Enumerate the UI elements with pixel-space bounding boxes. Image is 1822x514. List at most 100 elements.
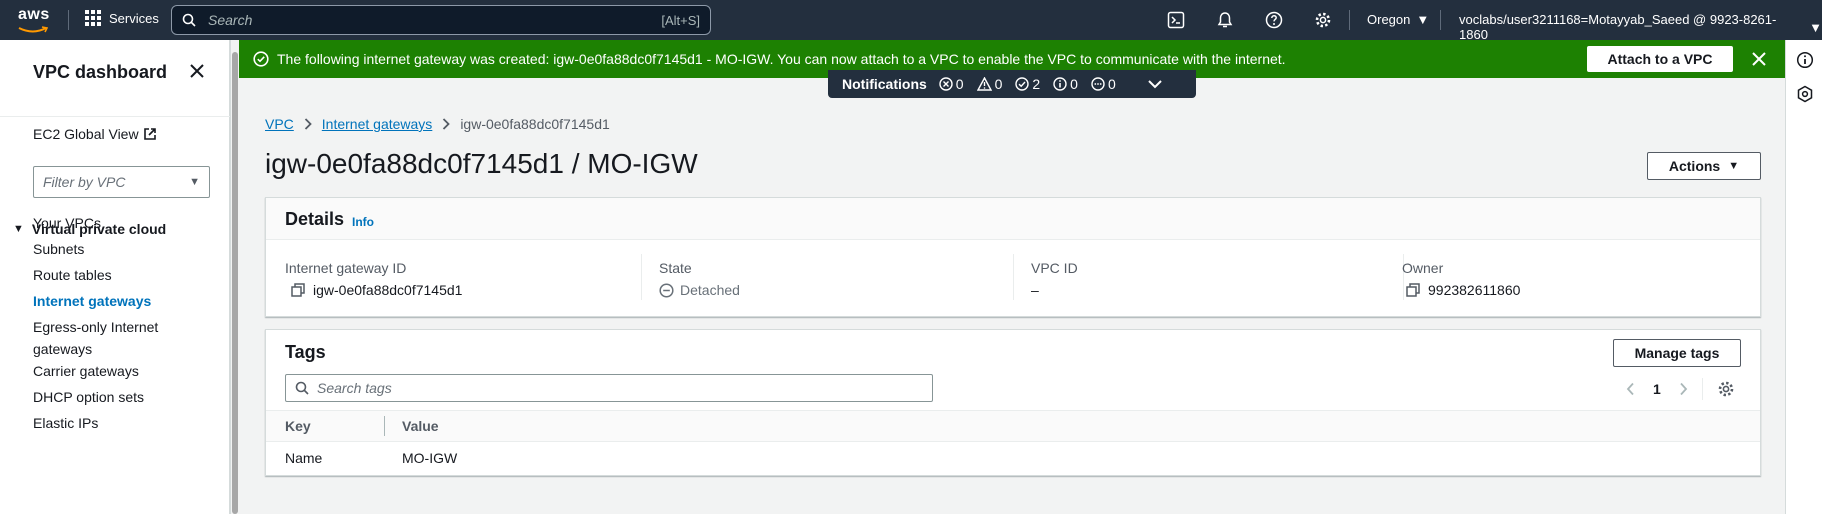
tag-key-cell: Name xyxy=(285,450,323,466)
success-count[interactable]: 2 xyxy=(1015,76,1040,92)
search-shortcut-hint: [Alt+S] xyxy=(661,12,700,28)
dismiss-close-icon[interactable] xyxy=(1751,51,1767,67)
in-progress-icon xyxy=(1091,77,1105,91)
error-count-value: 0 xyxy=(955,76,964,92)
column-resizer[interactable] xyxy=(384,416,385,436)
caret-down-icon: ▼ xyxy=(13,223,24,235)
flash-message: The following internet gateway was creat… xyxy=(277,51,1286,67)
global-search-input[interactable]: Search [Alt+S] xyxy=(171,5,711,35)
tags-heading: Tags xyxy=(285,342,326,362)
attach-to-vpc-button[interactable]: Attach to a VPC xyxy=(1587,46,1733,72)
chevron-right-icon[interactable] xyxy=(1679,382,1688,396)
sidebar-item-ec2-global-view[interactable]: EC2 Global View xyxy=(33,126,157,142)
info-panel-icon[interactable] xyxy=(1796,51,1814,69)
details-panel: Details Info Internet gateway ID igw-0e0… xyxy=(265,197,1761,317)
aws-smile-icon xyxy=(18,26,49,33)
actions-dropdown-button[interactable]: Actions ▼ xyxy=(1647,152,1761,180)
column-divider xyxy=(641,254,642,300)
external-link-icon xyxy=(143,128,156,140)
error-icon xyxy=(939,77,953,91)
search-placeholder: Search xyxy=(208,12,253,28)
page-title: igw-0e0fa88dc0f7145d1 / MO-IGW xyxy=(265,148,698,179)
tags-search-placeholder: Search tags xyxy=(317,380,392,396)
breadcrumb-current: igw-0e0fa88dc0f7145d1 xyxy=(460,116,610,132)
cloudshell-icon[interactable] xyxy=(1166,10,1186,30)
copy-icon[interactable] xyxy=(291,283,305,297)
gateway-id-label: Internet gateway ID xyxy=(285,260,407,276)
success-icon xyxy=(1015,77,1030,91)
details-info-link[interactable]: Info xyxy=(352,215,374,229)
info-count[interactable]: 0 xyxy=(1053,76,1078,92)
tag-value-cell: MO-IGW xyxy=(402,450,458,466)
right-utility-rail xyxy=(1785,40,1822,514)
current-page-number[interactable]: 1 xyxy=(1653,381,1661,397)
scrollbar-thumb[interactable] xyxy=(232,52,238,514)
manage-tags-button[interactable]: Manage tags xyxy=(1613,339,1741,367)
tags-panel: Tags Manage tags Search tags 1 Key Value… xyxy=(265,329,1761,476)
pagination-divider xyxy=(1701,378,1703,400)
state-value: Detached xyxy=(659,282,740,298)
warning-count-value: 0 xyxy=(994,76,1003,92)
sidebar-item-route-tables[interactable]: Route tables xyxy=(33,264,183,286)
notifications-bell-icon[interactable] xyxy=(1215,10,1235,30)
warning-icon xyxy=(976,77,992,91)
caret-down-icon: ▼ xyxy=(1809,19,1822,35)
vpc-filter-select[interactable]: Filter by VPC ▼ xyxy=(33,166,210,198)
error-count[interactable]: 0 xyxy=(939,76,964,92)
caret-down-icon: ▼ xyxy=(1416,12,1430,27)
aws-logo[interactable]: aws xyxy=(18,7,52,33)
success-check-icon xyxy=(253,51,269,67)
column-divider xyxy=(1013,254,1014,300)
notifications-bar[interactable]: Notifications 0 0 2 0 0 xyxy=(828,70,1196,98)
chevron-down-icon[interactable] xyxy=(1147,79,1163,89)
state-label: State xyxy=(659,260,692,276)
caret-down-icon: ▼ xyxy=(1728,160,1740,172)
in-progress-count[interactable]: 0 xyxy=(1091,76,1116,92)
column-header-value[interactable]: Value xyxy=(402,418,439,434)
sidebar-item-elastic-ips[interactable]: Elastic IPs xyxy=(33,412,183,434)
success-count-value: 2 xyxy=(1032,76,1041,92)
details-panel-header xyxy=(266,198,1760,240)
services-menu-button[interactable]: Services xyxy=(85,10,159,26)
column-header-key[interactable]: Key xyxy=(285,418,311,434)
sidebar-item-carrier-gateways[interactable]: Carrier gateways xyxy=(33,360,183,382)
stopped-status-icon xyxy=(659,282,674,298)
region-label: Oregon xyxy=(1367,12,1411,27)
copy-icon[interactable] xyxy=(1406,283,1420,297)
vpc-id-value: – xyxy=(1031,282,1039,298)
sidebar-item-egress-only-internet-gateways[interactable]: Egress-only Internet gateways xyxy=(33,316,183,360)
notifications-label: Notifications xyxy=(842,76,927,92)
chevron-right-icon xyxy=(443,118,451,130)
services-label: Services xyxy=(109,10,159,26)
nav-divider xyxy=(68,10,69,30)
settings-gear-icon[interactable] xyxy=(1313,10,1333,30)
search-icon xyxy=(182,13,196,27)
nav-divider xyxy=(1440,10,1441,30)
state-text: Detached xyxy=(680,282,740,298)
sidebar-scrollbar[interactable] xyxy=(230,40,239,514)
sidebar-item-internet-gateways[interactable]: Internet gateways xyxy=(33,290,183,312)
breadcrumb: VPC Internet gateways igw-0e0fa88dc0f714… xyxy=(265,116,610,132)
close-icon[interactable] xyxy=(188,62,206,80)
vpc-id-label: VPC ID xyxy=(1031,260,1078,276)
warning-count[interactable]: 0 xyxy=(976,76,1003,92)
sidebar-item-dhcp-option-sets[interactable]: DHCP option sets xyxy=(33,386,183,408)
help-icon[interactable] xyxy=(1264,10,1284,30)
sidebar-item-subnets[interactable]: Subnets xyxy=(33,238,183,260)
owner-label: Owner xyxy=(1402,260,1444,276)
info-count-value: 0 xyxy=(1070,76,1078,92)
tags-table-header: Key Value xyxy=(266,410,1760,442)
account-menu[interactable]: voclabs/user3211168=Motayyab_Saeed @ 992… xyxy=(1459,12,1822,42)
chevron-right-icon xyxy=(304,118,312,130)
sidebar-divider xyxy=(0,116,230,117)
sidebar-item-your-vpcs[interactable]: Your VPCs xyxy=(33,212,183,234)
tags-pagination: 1 xyxy=(1626,378,1735,400)
tutorial-panel-icon[interactable] xyxy=(1796,85,1814,103)
sidebar-title[interactable]: VPC dashboard xyxy=(33,62,167,83)
breadcrumb-vpc-link[interactable]: VPC xyxy=(265,116,294,132)
region-selector[interactable]: Oregon ▼ xyxy=(1367,12,1429,27)
breadcrumb-internet-gateways-link[interactable]: Internet gateways xyxy=(322,116,433,132)
tags-search-input[interactable]: Search tags xyxy=(285,374,933,402)
chevron-left-icon[interactable] xyxy=(1626,382,1635,396)
preferences-gear-icon[interactable] xyxy=(1717,380,1735,398)
